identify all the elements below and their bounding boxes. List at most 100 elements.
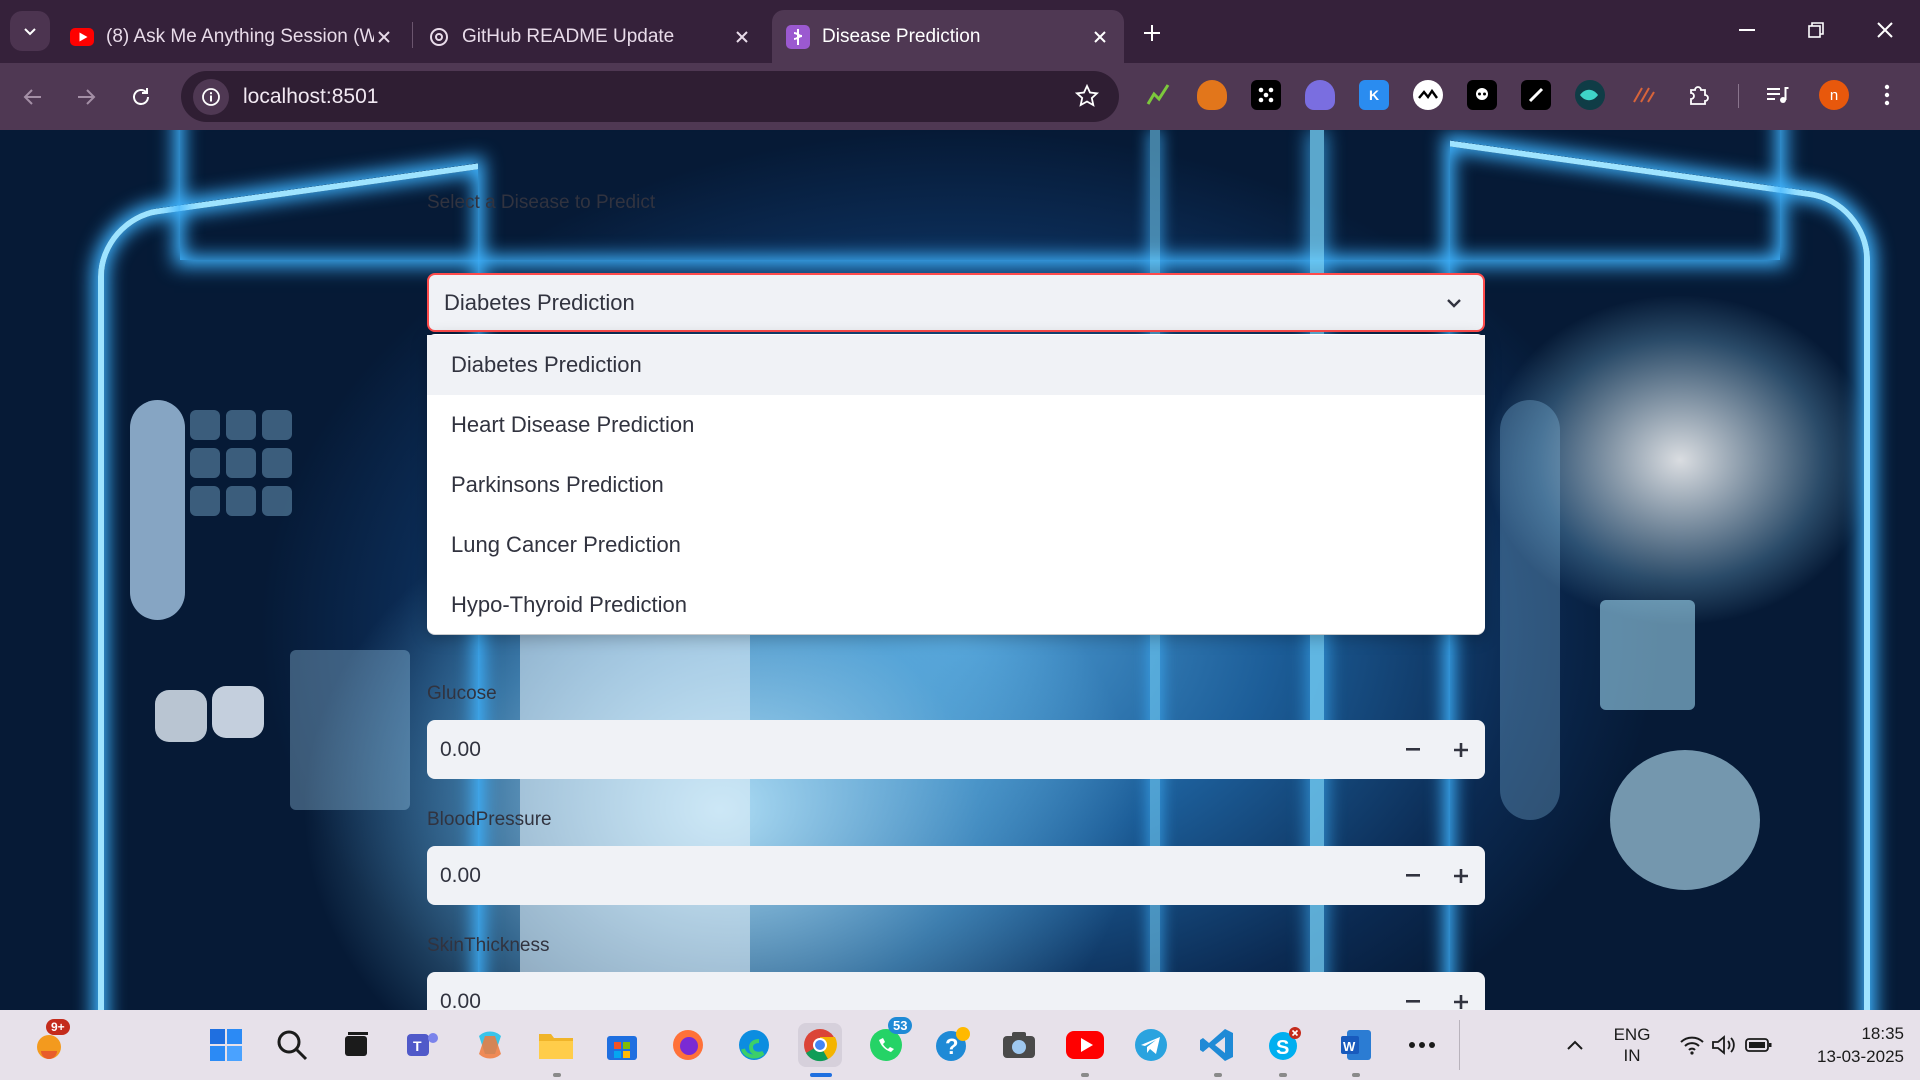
plus-icon [1144, 25, 1160, 41]
fish-extension-icon[interactable] [1575, 80, 1605, 110]
decrement-button[interactable] [1389, 720, 1437, 779]
region-text: IN [1623, 1046, 1641, 1065]
youtube-icon[interactable] [1063, 1023, 1107, 1067]
windows-start-icon[interactable] [204, 1023, 248, 1067]
increment-button[interactable] [1437, 846, 1485, 905]
signal-extension-icon[interactable] [1629, 80, 1659, 110]
decrement-button[interactable] [1389, 972, 1437, 1010]
notification-badge: 9+ [46, 1019, 70, 1035]
vscode-icon[interactable] [1195, 1023, 1239, 1067]
wifi-icon [1680, 1036, 1704, 1055]
date-text: 13-03-2025 [1817, 1047, 1904, 1066]
chevron-down-icon [24, 28, 36, 36]
telegram-icon[interactable] [1129, 1023, 1173, 1067]
weather-widget-icon[interactable]: 9+ [27, 1019, 71, 1067]
media-controls-icon[interactable] [1762, 80, 1792, 110]
forward-button[interactable] [66, 77, 106, 117]
svg-text:W: W [1343, 1039, 1356, 1054]
more-apps-icon[interactable] [1400, 1023, 1444, 1067]
option-diabetes[interactable]: Diabetes Prediction [427, 335, 1485, 395]
ghost-extension-icon[interactable] [1305, 80, 1335, 110]
close-icon[interactable] [374, 27, 394, 47]
file-explorer-icon[interactable] [534, 1023, 578, 1067]
arrow-left-icon [23, 89, 41, 105]
option-hypo-thyroid[interactable]: Hypo-Thyroid Prediction [427, 575, 1485, 635]
decrement-button[interactable] [1389, 846, 1437, 905]
back-button[interactable] [13, 77, 53, 117]
app-background: Select a Disease to Predict Diabetes Pre… [0, 130, 1920, 1010]
select-label: Select a Disease to Predict [427, 192, 656, 213]
edge-icon[interactable] [732, 1023, 776, 1067]
chart-extension-icon[interactable] [1143, 80, 1173, 110]
puzzle-extensions-icon[interactable] [1683, 80, 1713, 110]
firefox-icon[interactable] [666, 1023, 710, 1067]
system-tray-status[interactable] [1666, 1023, 1786, 1067]
camera-icon[interactable] [997, 1023, 1041, 1067]
minimize-button[interactable] [1722, 8, 1772, 52]
human-body-hologram [130, 400, 185, 620]
teams-icon[interactable]: T [401, 1023, 445, 1067]
running-indicator [1214, 1073, 1222, 1077]
input-language-indicator[interactable]: ENG IN [1604, 1024, 1660, 1066]
language-text: ENG [1613, 1025, 1651, 1044]
clock[interactable]: 18:35 13-03-2025 [1788, 1022, 1904, 1068]
increment-button[interactable] [1437, 972, 1485, 1010]
show-hidden-icons-chevron-up-icon[interactable] [1553, 1023, 1597, 1067]
reload-button[interactable] [121, 77, 161, 117]
option-lung-cancer[interactable]: Lung Cancer Prediction [427, 515, 1485, 575]
bloodpressure-input[interactable]: 0.00 [427, 846, 1485, 905]
new-tab-button[interactable] [1133, 14, 1171, 52]
skype-icon[interactable]: S [1261, 1023, 1305, 1067]
close-icon[interactable] [732, 27, 752, 47]
tab-github-readme[interactable]: GitHub README Update [414, 10, 766, 63]
close-window-button[interactable] [1860, 8, 1910, 52]
svg-text:?: ? [945, 1034, 958, 1059]
whatsapp-icon[interactable]: 53 [864, 1017, 913, 1067]
minimize-icon [1739, 29, 1755, 31]
profile-avatar[interactable]: n [1819, 80, 1849, 110]
glucose-input[interactable]: 0.00 [427, 720, 1485, 779]
k-extension-icon[interactable]: K [1359, 80, 1389, 110]
address-bar[interactable]: localhost:8501 [181, 71, 1119, 122]
help-icon[interactable]: ? [931, 1023, 975, 1067]
option-parkinsons[interactable]: Parkinsons Prediction [427, 455, 1485, 515]
tab-separator [412, 22, 413, 48]
tab-title: GitHub README Update [462, 25, 675, 47]
human-body-hologram [1500, 400, 1560, 820]
glucose-label: Glucose [427, 683, 497, 704]
metamask-icon[interactable] [1197, 80, 1227, 110]
hologram-tile [190, 448, 220, 478]
option-heart-disease[interactable]: Heart Disease Prediction [427, 395, 1485, 455]
kebab-menu-icon[interactable] [1872, 80, 1902, 110]
skinthickness-input[interactable]: 0.00 [427, 972, 1485, 1010]
bloodpressure-label: BloodPressure [427, 809, 552, 830]
word-icon[interactable]: W [1334, 1023, 1378, 1067]
streamlit-icon [786, 24, 810, 49]
disease-select[interactable]: Diabetes Prediction [427, 273, 1485, 332]
robot-extension-icon[interactable] [1467, 80, 1497, 110]
reload-icon [133, 88, 149, 105]
search-icon[interactable] [270, 1023, 314, 1067]
bloodpressure-value: 0.00 [440, 863, 481, 887]
restore-button[interactable] [1791, 8, 1841, 52]
wave-extension-icon[interactable] [1413, 80, 1443, 110]
task-view-icon[interactable] [334, 1023, 378, 1067]
neon-frame-top [180, 130, 1780, 260]
microsoft-store-icon[interactable] [600, 1023, 644, 1067]
bookmark-star-icon[interactable] [1074, 83, 1100, 113]
site-info-icon[interactable] [193, 78, 229, 115]
chrome-icon[interactable] [798, 1023, 842, 1067]
dice-extension-icon[interactable] [1251, 80, 1281, 110]
data-panel-hologram [290, 650, 410, 810]
skinthickness-label: SkinThickness [427, 935, 550, 956]
increment-button[interactable] [1437, 720, 1485, 779]
tab-search-button[interactable] [10, 11, 50, 51]
close-icon[interactable] [1090, 27, 1110, 47]
pen-extension-icon[interactable] [1521, 80, 1551, 110]
hologram-tile [226, 448, 256, 478]
hologram-tile [262, 410, 292, 440]
tab-title: Disease Prediction [822, 25, 981, 47]
tab-disease-prediction[interactable]: Disease Prediction [772, 10, 1124, 63]
copilot-icon[interactable] [468, 1023, 512, 1067]
tab-youtube[interactable]: (8) Ask Me Anything Session (W [56, 10, 408, 63]
